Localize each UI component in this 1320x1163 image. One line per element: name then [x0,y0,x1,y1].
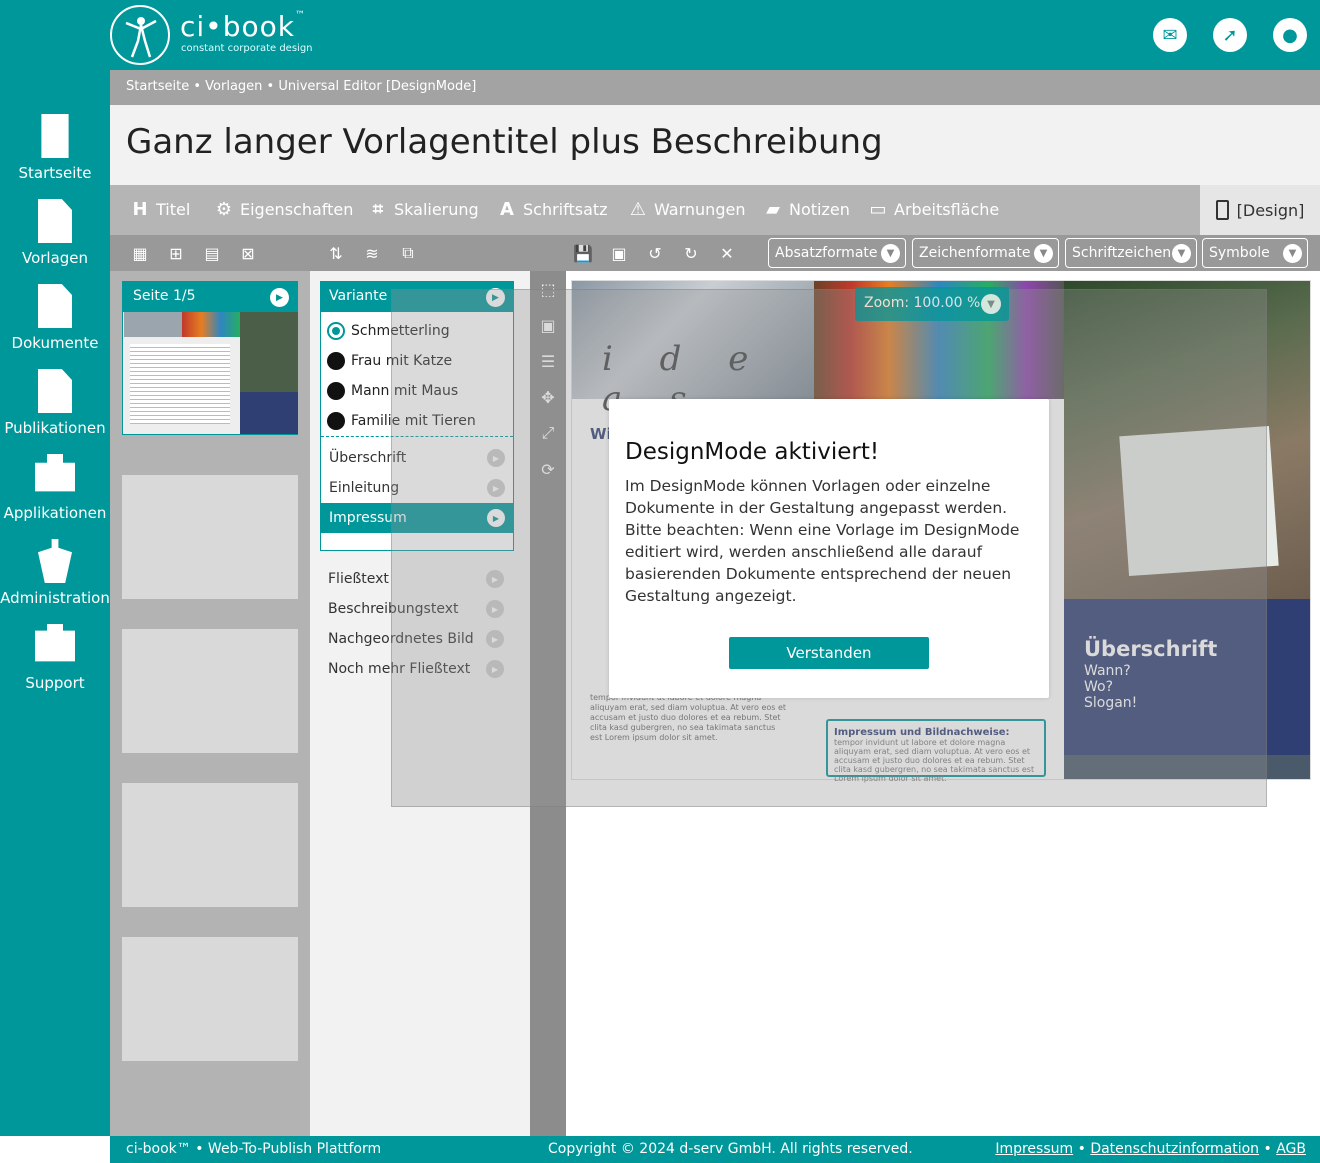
title-bar: Ganz langer Vorlagentitel plus Beschreib… [110,105,1320,185]
chevron-down-icon: ▼ [1034,244,1053,263]
radio [327,382,345,400]
play-icon[interactable]: ▶ [270,288,289,307]
radio [327,352,345,370]
crop-icon: ⌗ [372,198,384,220]
pages-panel: Seite 1/5 ▶ [110,271,310,1136]
chevron-down-icon: ▼ [981,294,1001,314]
impressum-link[interactable]: Impressum [995,1141,1073,1157]
tab-notizen[interactable]: ▰ Notizen [763,198,850,220]
warning-icon: ⚠ [629,198,647,220]
radio-selected [327,322,345,340]
gear-icon: ⚙ [215,198,233,220]
radio [327,412,345,430]
page-placeholder[interactable] [122,937,298,1061]
character-format-select[interactable]: Zeichenformate ▼ [912,238,1059,268]
font-icon: A [500,198,514,220]
datenschutz-link[interactable]: Datenschutzinformation [1090,1141,1259,1157]
save-icon[interactable]: 💾 [573,243,593,263]
user-icon[interactable]: ● [1273,18,1307,52]
page-thumbnail-card[interactable]: Seite 1/5 ▶ [122,281,298,435]
agb-link[interactable]: AGB [1276,1141,1306,1157]
footer: ci-book™ • Web-To-Publish Plattform Copy… [110,1136,1320,1163]
tab-skalierung[interactable]: ⌗ Skalierung [368,198,479,220]
page-grid-icon[interactable]: ▦ [130,243,150,263]
tab-bar: H Titel ⚙ Eigenschaften ⌗ Skalierung A Schri… [110,185,1320,235]
sidebar-item-vorlagen[interactable]: Vorlagen [0,199,110,284]
special-characters-select[interactable]: Schriftzeichen ▼ [1065,238,1197,268]
paragraph-format-select[interactable]: Absatzformate ▼ [768,238,906,268]
document-icon [38,369,72,413]
redo-icon[interactable]: ↻ [681,243,701,263]
page-title: Ganz langer Vorlagentitel plus Beschreib… [126,122,883,162]
tab-titel[interactable]: H Titel [130,198,190,220]
sidebar-item-startseite[interactable]: Startseite [0,114,110,199]
add-page-icon[interactable]: ⊞ [166,243,186,263]
monitor-icon: ▭ [869,198,887,220]
sidebar-item-publikationen[interactable]: Publikationen [0,369,110,454]
sort-icon[interactable]: ⇅ [326,243,346,263]
page-thumbnail [124,312,298,434]
delete-page-icon[interactable]: ⊠ [238,243,258,263]
chevron-down-icon: ▼ [1283,244,1302,263]
page-number-icon[interactable]: ▤ [202,243,222,263]
zoom-select[interactable]: Zoom: 100.00 % ▼ [855,287,1009,321]
mobile-icon [1215,200,1229,220]
dialog-title: DesignMode aktiviert! [625,439,880,465]
understood-button[interactable]: Verstanden [729,637,929,669]
designmode-dialog: DesignMode aktiviert! Im DesignMode könn… [609,399,1049,698]
tab-arbeitsflaeche[interactable]: ▭ Arbeitsfläche [868,198,999,220]
layers-icon[interactable]: ≋ [362,243,382,263]
breadcrumb[interactable]: Startseite • Vorlagen • Universal Editor… [110,70,1320,105]
note-icon: ▰ [766,198,780,220]
page-placeholder[interactable] [122,629,298,753]
tab-eigenschaften[interactable]: ⚙ Eigenschaften [214,198,353,220]
recipe-icon [38,199,72,243]
tab-warnungen[interactable]: ⚠ Warnungen [628,198,746,220]
tower-icon [38,539,72,583]
sidebar-item-dokumente[interactable]: Dokumente [0,284,110,369]
sitemap-icon[interactable]: ⧉ [398,243,418,263]
medical-kit-icon [35,624,75,662]
code-file-icon [38,284,72,328]
chevron-down-icon: ▼ [1172,244,1191,263]
page-card-header: Seite 1/5 ▶ [123,282,297,312]
brand-tagline: constant corporate design [181,43,313,54]
undo-icon[interactable]: ↺ [645,243,665,263]
footer-links: Impressum • Datenschutzinformation • AGB [995,1141,1306,1157]
sidebar-item-applikationen[interactable]: Applikationen [0,454,110,539]
symbols-select[interactable]: Symbole ▼ [1202,238,1308,268]
footer-copyright: Copyright © 2024 d-serv GmbH. All rights… [548,1141,913,1157]
sidebar-item-support[interactable]: Support [0,624,110,709]
close-icon[interactable]: ✕ [717,243,737,263]
page-placeholder[interactable] [122,783,298,907]
chevron-down-icon: ▼ [881,244,900,263]
brand-name: ci•book™ [180,10,306,43]
editor-toolbar: ▦ ⊞ ▤ ⊠ ⇅ ≋ ⧉ 💾 ▣ ↺ ↻ ✕ Absatzformate ▼ Z… [110,235,1320,271]
building-icon [41,114,69,158]
compass-icon[interactable]: ➚ [1213,18,1247,52]
brand-logo-icon[interactable] [110,5,170,65]
dialog-text: Im DesignMode können Vorlagen oder einze… [625,477,1020,605]
sidebar: Startseite Vorlagen Dokumente Publikatio… [0,70,110,1136]
tab-design[interactable]: [Design] [1200,185,1320,235]
sidebar-item-administration[interactable]: Administration [0,539,110,624]
tab-schriftsatz[interactable]: A Schriftsatz [497,198,608,220]
mail-icon[interactable]: ✉ [1153,18,1187,52]
heading-icon: H [132,198,148,220]
top-header: ci•book™ constant corporate design ✉ ➚ ● [0,0,1320,70]
footer-brand: ci-book™ • Web-To-Publish Plattform [126,1141,382,1157]
toolbox-icon [35,454,75,492]
images-icon[interactable]: ▣ [609,243,629,263]
page-placeholder[interactable] [122,475,298,599]
